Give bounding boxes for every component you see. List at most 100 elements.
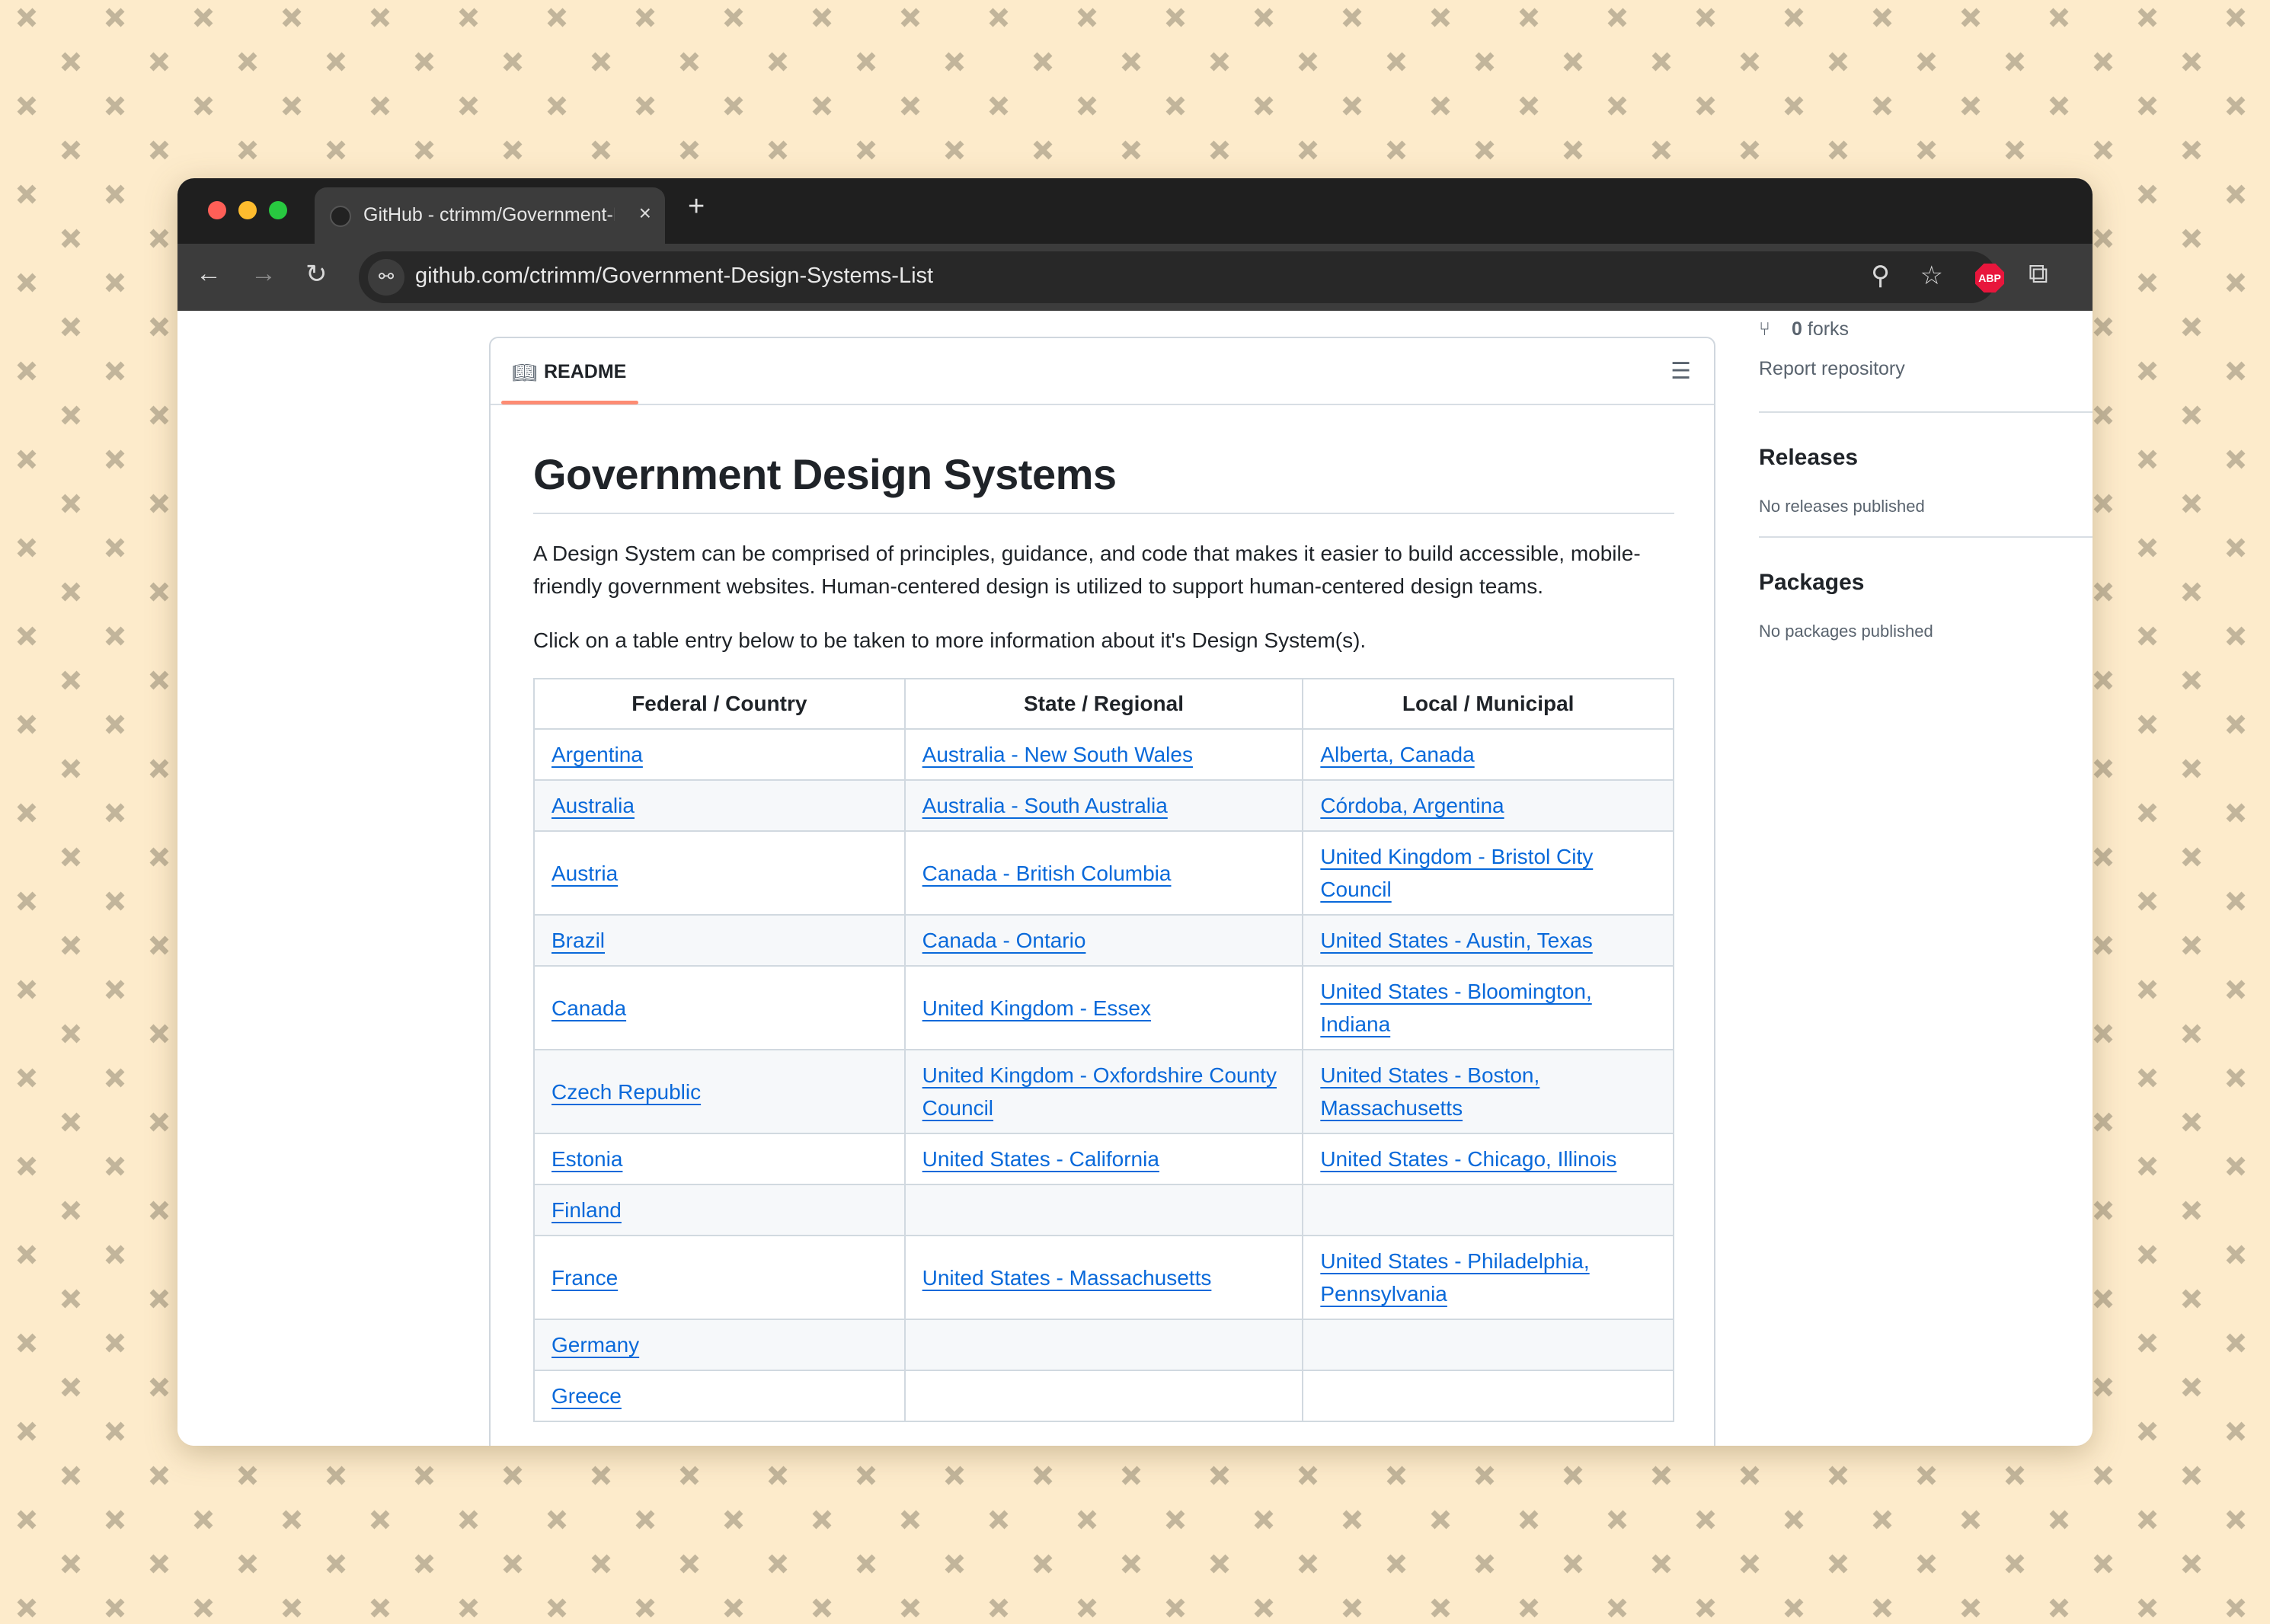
close-tab-icon[interactable]: × (639, 201, 651, 225)
design-system-link[interactable]: France (552, 1266, 618, 1290)
table-row: Finland (533, 1184, 1674, 1236)
table-cell: United States - Massachusetts (903, 1235, 1304, 1320)
design-system-link[interactable]: Austria (552, 862, 618, 885)
site-info-icon[interactable]: ⚯ (368, 259, 404, 296)
table-cell: Córdoba, Argentina (1302, 779, 1674, 832)
design-system-link[interactable]: Australia - New South Wales (922, 743, 1193, 766)
design-system-link[interactable]: Greece (552, 1384, 622, 1408)
forks-label: forks (1807, 318, 1850, 340)
book-icon: 📖︎ (512, 361, 538, 384)
table-cell: United Kingdom - Essex (903, 965, 1304, 1050)
table-cell: United States - California (903, 1133, 1304, 1185)
packages-heading[interactable]: Packages (1759, 570, 1864, 596)
table-cell: Estonia (533, 1133, 906, 1185)
design-system-link[interactable]: United Kingdom - Essex (922, 996, 1151, 1020)
back-icon[interactable]: ← (196, 259, 222, 289)
table-row: France United States - Massachusetts Unite… (533, 1235, 1674, 1320)
design-system-link[interactable]: United Kingdom - Oxfordshire County Coun… (922, 1063, 1277, 1120)
design-system-link[interactable]: United States - Boston, Massachusetts (1320, 1063, 1539, 1120)
table-cell: United Kingdom - Bristol City Council (1302, 830, 1674, 916)
bookmark-star-icon[interactable]: ☆ (1920, 261, 1943, 291)
forks-count: 0 (1792, 318, 1802, 340)
table-cell (903, 1184, 1304, 1236)
design-system-link[interactable]: United States - Massachusetts (922, 1266, 1212, 1290)
design-system-link[interactable]: United States - California (922, 1147, 1159, 1171)
divider (1759, 411, 2093, 413)
extensions-puzzle-icon[interactable]: ⧉ (2029, 257, 2048, 290)
table-cell: United Kingdom - Oxfordshire County Coun… (903, 1049, 1304, 1134)
address-bar[interactable]: ⚯ github.com/ctrimm/Government-Design-Sy… (359, 251, 1997, 303)
instruction-paragraph: Click on a table entry below to be taken… (533, 628, 1367, 652)
minimize-window-button[interactable] (238, 201, 257, 219)
table-cell: United States - Philadelphia, Pennsylvan… (1302, 1235, 1674, 1320)
design-system-link[interactable]: United States - Chicago, Illinois (1320, 1147, 1616, 1171)
design-system-link[interactable]: United States - Philadelphia, Pennsylvan… (1320, 1249, 1589, 1306)
browser-tab[interactable]: GitHub - ctrimm/Government-Design-System… (315, 187, 665, 244)
table-cell: France (533, 1235, 906, 1320)
table-cell: Germany (533, 1319, 906, 1371)
browser-toolbar: ← → ↻ ⚯ github.com/ctrimm/Government-Des… (177, 244, 2093, 311)
table-of-contents-icon[interactable]: ☰ (1671, 358, 1691, 385)
readme-panel: 📖︎ README ☰ Government Design Systems A … (489, 337, 1715, 1446)
readme-header: 📖︎ README ☰ (491, 338, 1714, 405)
table-cell: Brazil (533, 914, 906, 967)
design-system-link[interactable]: Córdoba, Argentina (1320, 794, 1504, 817)
table-cell: Finland (533, 1184, 906, 1236)
packages-empty-text: No packages published (1759, 622, 1933, 641)
github-icon (330, 206, 351, 227)
table-cell: Austria (533, 830, 906, 916)
design-system-link[interactable]: United Kingdom - Bristol City Council (1320, 845, 1593, 901)
design-system-link[interactable]: Finland (552, 1198, 622, 1222)
design-system-link[interactable]: United States - Austin, Texas (1320, 929, 1592, 952)
report-repository-link[interactable]: Report repository (1759, 358, 1905, 380)
page-content: 📖︎ README ☰ Government Design Systems A … (177, 311, 2093, 1446)
table-cell: Czech Republic (533, 1049, 906, 1134)
url-text[interactable]: github.com/ctrimm/Government-Design-Syst… (415, 264, 933, 289)
table-header-row: Federal / Country State / Regional Local… (533, 678, 1674, 730)
intro-paragraph: A Design System can be comprised of prin… (533, 542, 1641, 598)
fork-icon: ⑂ (1759, 318, 1771, 340)
table-cell: Canada - Ontario (903, 914, 1304, 967)
table-row: Argentina Australia - New South Wales Albe… (533, 728, 1674, 781)
table-row: Canada United Kingdom - Essex United State… (533, 965, 1674, 1050)
table-cell: Australia (533, 779, 906, 832)
design-system-link[interactable]: Alberta, Canada (1320, 743, 1474, 766)
forward-icon[interactable]: → (251, 259, 277, 289)
design-system-link[interactable]: Australia - South Australia (922, 794, 1168, 817)
table-cell: Australia - New South Wales (903, 728, 1304, 781)
design-system-link[interactable]: United States - Bloomington, Indiana (1320, 980, 1591, 1036)
tab-bar: GitHub - ctrimm/Government-Design-System… (177, 178, 2093, 244)
design-system-link[interactable]: Germany (552, 1333, 639, 1357)
design-system-link[interactable]: Canada (552, 996, 626, 1020)
header-local: Local / Municipal (1302, 678, 1674, 730)
table-cell (903, 1370, 1304, 1422)
table-row: Czech Republic United Kingdom - Oxfordshi… (533, 1049, 1674, 1134)
design-system-link[interactable]: Argentina (552, 743, 643, 766)
reload-icon[interactable]: ↻ (305, 259, 328, 289)
maximize-window-button[interactable] (269, 201, 287, 219)
releases-heading[interactable]: Releases (1759, 445, 1858, 471)
table-cell: United States - Chicago, Illinois (1302, 1133, 1674, 1185)
new-tab-button[interactable]: + (688, 190, 705, 223)
design-system-link[interactable]: Estonia (552, 1147, 622, 1171)
table-cell: United States - Boston, Massachusetts (1302, 1049, 1674, 1134)
header-state: State / Regional (903, 678, 1304, 730)
design-system-link[interactable]: Australia (552, 794, 635, 817)
table-cell: Australia - South Australia (903, 779, 1304, 832)
design-system-link[interactable]: Brazil (552, 929, 605, 952)
table-cell: Canada - British Columbia (903, 830, 1304, 916)
design-system-link[interactable]: Canada - British Columbia (922, 862, 1172, 885)
close-window-button[interactable] (208, 201, 226, 219)
design-system-link[interactable]: Canada - Ontario (922, 929, 1086, 952)
table-row: Estonia United States - California United … (533, 1133, 1674, 1185)
zoom-out-icon[interactable]: ⚲ (1871, 261, 1890, 291)
table-cell: Greece (533, 1370, 906, 1422)
design-system-link[interactable]: Czech Republic (552, 1080, 701, 1104)
forks-link[interactable]: ⑂ 0 forks (1759, 318, 1849, 340)
table-row: Australia Australia - South Australia Córd… (533, 779, 1674, 832)
readme-tab-label: README (544, 361, 627, 382)
readme-article: Government Design Systems A Design Syste… (533, 449, 1674, 1422)
table-body: Argentina Australia - New South Wales Albe… (533, 728, 1674, 1422)
table-cell (903, 1319, 1304, 1371)
table-cell: Argentina (533, 728, 906, 781)
